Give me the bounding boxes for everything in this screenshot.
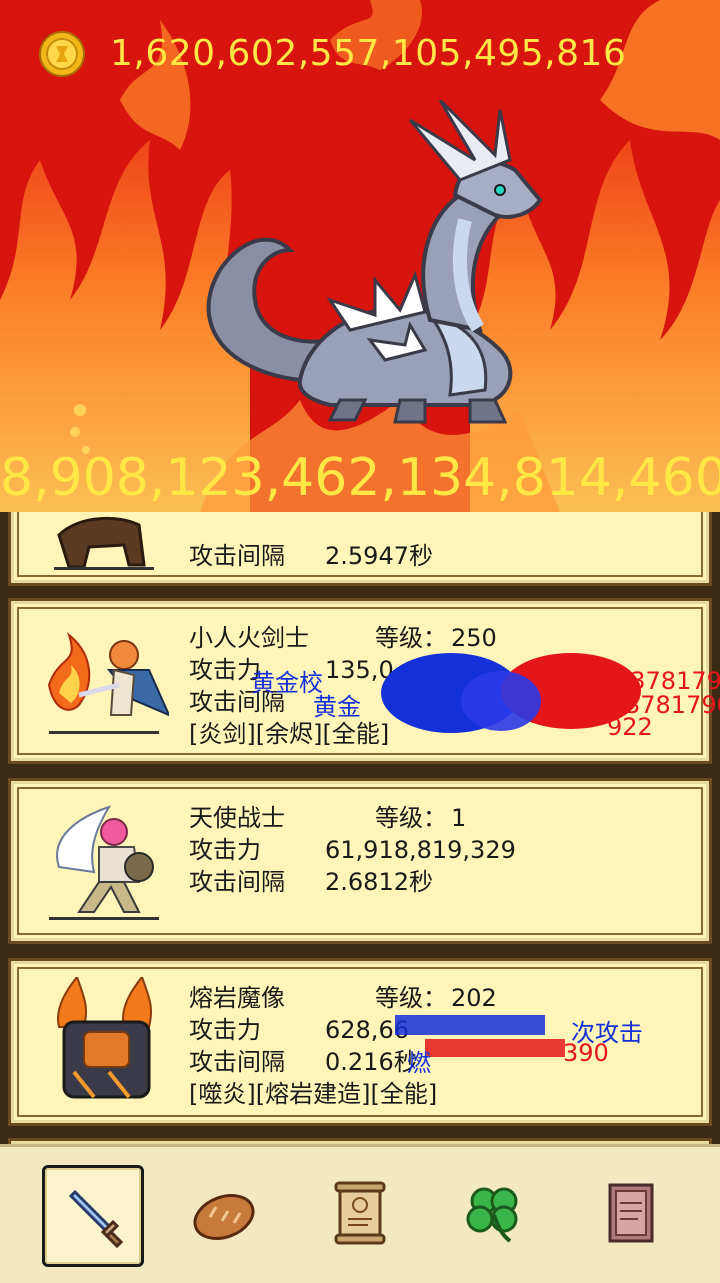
interval-label: 攻击间隔	[189, 1048, 285, 1076]
interval-label: 攻击间隔	[189, 868, 285, 896]
battle-area: 1,620,602,557,105,495,816 8,908,123,462,	[0, 0, 720, 512]
fire-swordsman-portrait	[39, 615, 171, 745]
damage-popup: 922	[607, 713, 653, 741]
clover-icon	[466, 1187, 518, 1243]
interval-value: 2.6812秒	[325, 868, 433, 896]
attack-label: 攻击力	[189, 836, 261, 864]
bottom-nav	[0, 1144, 720, 1283]
attack-label: 攻击力	[189, 1016, 261, 1044]
hero-card[interactable]: 天使战士 等级： 1 攻击力 61,918,819,329 攻击间隔 2.681…	[8, 778, 712, 944]
hero-card[interactable]: 熔岩魔像 等级： 202 攻击力 628,66 攻击间隔 0.216秒 [噬炎]…	[8, 958, 712, 1126]
centaur-portrait	[39, 512, 169, 585]
damage-popup: 燃	[407, 1049, 431, 1077]
boss-hp: 8,908,123,462,134,814,460	[0, 448, 720, 508]
attack-value: 61,918,819,329	[325, 836, 516, 864]
hero-name: 天使战士	[189, 804, 285, 832]
skill-list: [炎剑][余烬][全能]	[189, 720, 390, 748]
book-tab[interactable]	[582, 1165, 678, 1261]
book-icon	[608, 1183, 654, 1243]
luck-tab[interactable]	[446, 1165, 542, 1261]
level-value: 1	[451, 804, 467, 832]
hero-card[interactable]: 攻击间隔 2.5947秒	[8, 512, 712, 586]
food-tab[interactable]	[176, 1165, 272, 1261]
damage-popup: 390	[563, 1039, 609, 1067]
bread-icon	[193, 1194, 255, 1240]
scroll-tab[interactable]	[312, 1165, 408, 1261]
hero-list[interactable]: 攻击间隔 2.5947秒 小人火剑士 等级： 250 攻击力 135,0 攻击间…	[0, 512, 720, 1144]
hero-name: 小人火剑士	[189, 624, 309, 652]
interval-value: 2.5947秒	[325, 542, 433, 570]
sword-icon	[68, 1189, 124, 1249]
level-label: 等级：	[375, 804, 447, 832]
dragon-boss[interactable]	[180, 98, 560, 430]
angel-warrior-portrait	[39, 797, 169, 927]
scroll-icon	[334, 1181, 386, 1245]
hero-name: 熔岩魔像	[189, 984, 285, 1012]
hero-card[interactable]: 小人火剑士 等级： 250 攻击力 135,0 攻击间隔 [炎剑][余烬][全能…	[8, 598, 720, 764]
lava-golem-portrait	[39, 974, 169, 1107]
interval-label: 攻击间隔	[189, 542, 285, 570]
heroes-tab[interactable]	[42, 1165, 144, 1267]
gold-coin-icon	[38, 30, 86, 78]
gold-amount: 1,620,602,557,105,495,816	[110, 33, 627, 74]
skill-list: [噬炎][熔岩建造][全能]	[189, 1080, 438, 1108]
damage-popup: 黄金	[313, 693, 361, 721]
